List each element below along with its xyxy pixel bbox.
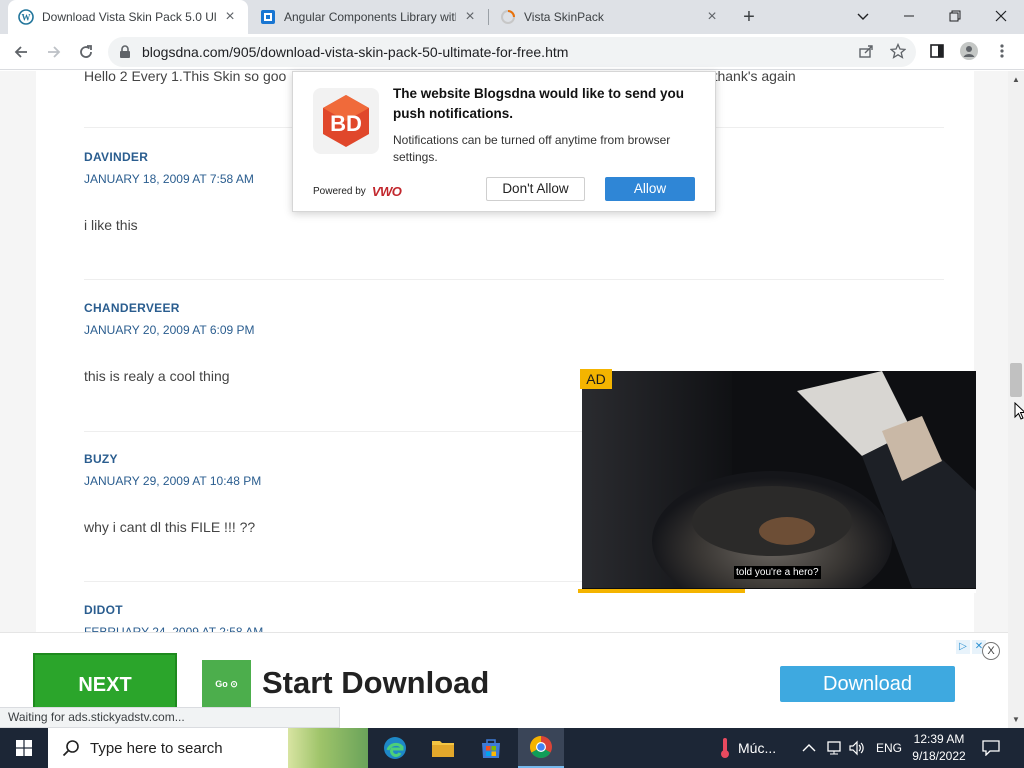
- address-bar[interactable]: blogsdna.com/905/download-vista-skin-pac…: [108, 37, 916, 67]
- network-icon[interactable]: [826, 728, 844, 768]
- thermometer-icon: [718, 737, 732, 759]
- ad-badge: AD: [580, 369, 612, 389]
- video-progress-fill: [578, 589, 746, 593]
- url-text: blogsdna.com/905/download-vista-skin-pac…: [142, 44, 569, 60]
- close-banner-icon[interactable]: X: [982, 642, 1000, 660]
- push-notification-prompt: BD The website Blogsdna would like to se…: [292, 71, 716, 212]
- video-ad-player[interactable]: [582, 371, 976, 590]
- back-arrow-icon[interactable]: [9, 40, 33, 64]
- comment-text: this is realy a cool thing: [84, 368, 230, 384]
- clock-time: 12:39 AM: [913, 732, 965, 746]
- tab-download-vista-skin-pack[interactable]: W Download Vista Skin Pack 5.0 Ultimate …: [8, 0, 248, 34]
- new-tab-button[interactable]: +: [736, 4, 762, 30]
- scrollbar-thumb[interactable]: [1010, 363, 1022, 397]
- profile-avatar-icon[interactable]: [960, 42, 978, 60]
- push-headline: The website Blogsdna would like to send …: [393, 86, 685, 121]
- push-subtext: Notifications can be turned off anytime …: [393, 133, 671, 164]
- video-progress-bar[interactable]: [578, 589, 976, 593]
- lock-icon[interactable]: [118, 45, 132, 59]
- comment-text-partial: Hello 2 Every 1.This Skin so goo: [84, 71, 287, 84]
- mouse-cursor-icon: [1014, 401, 1024, 425]
- show-hidden-icons[interactable]: [802, 728, 816, 768]
- vwo-logo: VWO: [371, 184, 402, 199]
- minimize-icon[interactable]: [886, 0, 932, 32]
- language-indicator[interactable]: ENG: [876, 728, 902, 768]
- powered-by-label: Powered by: [313, 186, 366, 197]
- volume-icon[interactable]: [848, 728, 866, 768]
- tab-search-icon[interactable]: [840, 0, 886, 32]
- scroll-up-arrow-icon[interactable]: ▲: [1008, 73, 1024, 87]
- powered-by: Powered by VWO: [313, 184, 402, 199]
- video-frame: [582, 371, 976, 588]
- close-window-icon[interactable]: [978, 0, 1024, 32]
- share-icon[interactable]: [857, 42, 875, 60]
- close-tab-icon[interactable]: ×: [462, 8, 478, 26]
- go-icon[interactable]: Go ⊙: [202, 660, 251, 709]
- windows-start-icon[interactable]: [0, 728, 48, 768]
- allow-button[interactable]: Allow: [605, 177, 695, 201]
- more-menu-icon[interactable]: [993, 42, 1011, 60]
- taskbar-search-box[interactable]: Type here to search: [48, 728, 368, 768]
- edge-icon[interactable]: [372, 728, 418, 768]
- browser-tab-strip: W Download Vista Skin Pack 5.0 Ultimate …: [0, 0, 1024, 34]
- bookmark-star-icon[interactable]: [889, 42, 907, 60]
- page-scrollbar[interactable]: ▲ ▼: [1008, 71, 1024, 728]
- dont-allow-button[interactable]: Don't Allow: [486, 177, 585, 201]
- tab-vista-skinpack[interactable]: Vista SkinPack ×: [490, 0, 730, 34]
- comment-author[interactable]: CHANDERVEER: [84, 301, 944, 315]
- close-tab-icon[interactable]: ×: [222, 8, 238, 26]
- wordpress-icon: W: [18, 9, 34, 25]
- chrome-icon[interactable]: [518, 728, 564, 768]
- windows-taskbar: Type here to search Múc... ENG 12:39 AM …: [0, 728, 1024, 768]
- comment-author[interactable]: DIDOT: [84, 603, 944, 617]
- comment-date[interactable]: JANUARY 20, 2009 AT 6:09 PM: [84, 323, 944, 337]
- side-panel-icon[interactable]: [928, 42, 946, 60]
- forward-arrow-icon[interactable]: [42, 40, 66, 64]
- scroll-down-arrow-icon[interactable]: ▼: [1008, 713, 1024, 727]
- tab-title: Vista SkinPack: [524, 10, 604, 24]
- search-highlight-art: [288, 728, 368, 768]
- microsoft-store-icon[interactable]: [468, 728, 514, 768]
- tab-title: Angular Components Library with: [284, 10, 456, 24]
- search-placeholder: Type here to search: [90, 739, 223, 757]
- comment-text: why i cant dl this FILE !!! ??: [84, 519, 256, 535]
- file-explorer-icon[interactable]: [420, 728, 466, 768]
- tab-angular-components[interactable]: Angular Components Library with ×: [250, 0, 488, 34]
- comment-divider: [84, 279, 944, 280]
- weather-text: Múc...: [738, 740, 777, 756]
- reload-icon[interactable]: [74, 40, 98, 64]
- svg-text:W: W: [22, 13, 31, 23]
- video-caption: told you're a hero?: [734, 566, 821, 579]
- banner-headline[interactable]: Start Download: [262, 665, 489, 701]
- weather-widget[interactable]: Múc...: [718, 728, 776, 768]
- svg-text:BD: BD: [330, 111, 362, 136]
- notifications-icon[interactable]: [982, 728, 1000, 768]
- angular-components-icon: [260, 9, 276, 25]
- loading-spinner-icon: [500, 9, 516, 25]
- comment-text: i like this: [84, 217, 138, 233]
- restore-icon[interactable]: [932, 0, 978, 32]
- search-icon: [62, 739, 80, 757]
- download-button[interactable]: Download: [780, 666, 955, 702]
- tab-title: Download Vista Skin Pack 5.0 Ultimate fo…: [42, 10, 216, 24]
- comment-chanderveer: CHANDERVEER JANUARY 20, 2009 AT 6:09 PM …: [84, 301, 944, 384]
- browser-status-bar: Waiting for ads.stickyadstv.com...: [0, 707, 340, 728]
- clock-date: 9/18/2022: [912, 749, 966, 763]
- system-clock[interactable]: 12:39 AM 9/18/2022: [904, 731, 974, 765]
- site-logo: BD: [313, 88, 379, 154]
- adchoices-play-icon[interactable]: ▷: [956, 640, 970, 654]
- tab-separator: [488, 9, 489, 25]
- browser-toolbar: blogsdna.com/905/download-vista-skin-pac…: [0, 34, 1024, 70]
- close-tab-icon[interactable]: ×: [704, 8, 720, 26]
